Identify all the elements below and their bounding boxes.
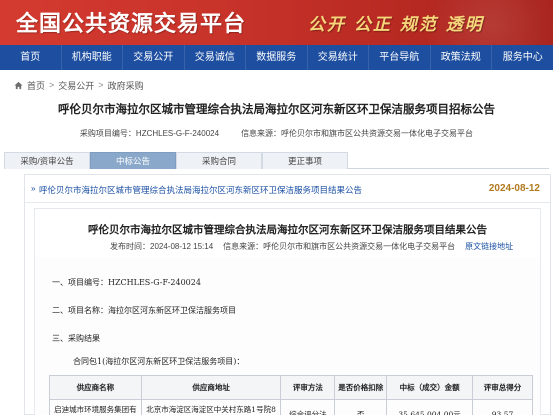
site-banner: 全国公共资源交易平台 公开 公正 规范 透明	[0, 0, 553, 45]
tab-corrections[interactable]: 更正事项	[262, 152, 348, 169]
page-meta: 采购项目编号：HZCHLES-G-F-240024 信息来源：呼伦贝尔市和旗市区…	[0, 128, 553, 139]
contract-package: 合同包1(海拉尔区河东新区环卫保洁服务项目)：	[73, 357, 245, 366]
project-name: 二、项目名称：海拉尔区河东新区环卫保洁服务项目	[52, 306, 236, 315]
nav-item-statistics[interactable]: 交易统计	[308, 45, 369, 70]
breadcrumb-home[interactable]: 首页	[27, 79, 45, 92]
content-panel: » 呼伦贝尔市海拉尔区城市管理综合执法局海拉尔区河东新区环卫保洁服务项目结果公告…	[24, 174, 551, 415]
tab-contract[interactable]: 采购合同	[176, 152, 262, 169]
breadcrumb-separator: >	[98, 80, 104, 90]
document-body: 一、项目编号：HZCHLES-G-F-240024 二、项目名称：海拉尔区河东新…	[35, 257, 540, 415]
nav-item-institution[interactable]: 机构职能	[62, 45, 123, 70]
award-amount: 35,645,004.00元	[386, 399, 474, 415]
nav-item-data-service[interactable]: 数据服务	[246, 45, 308, 70]
price-deduction: 否	[334, 399, 388, 415]
breadcrumb-procurement[interactable]: 政府采购	[108, 79, 144, 92]
page-title: 呼伦贝尔市海拉尔区城市管理综合执法局海拉尔区河东新区环卫保洁服务项目招标公告	[58, 104, 495, 116]
nav-item-service-center[interactable]: 服务中心	[492, 45, 553, 70]
breadcrumb: 首页 > 交易公开 > 政府采购	[14, 78, 144, 92]
column-header: 评审总得分	[472, 375, 533, 400]
main-nav: 首页 机构职能 交易公开 交易诚信 数据服务 交易统计 平台导航 政策法规 服务…	[0, 45, 553, 70]
tab-procurement-notice[interactable]: 采购/资审公告	[4, 152, 90, 169]
breadcrumb-transaction[interactable]: 交易公开	[58, 79, 94, 92]
project-code: 采购项目编号：HZCHLES-G-F-240024	[79, 129, 220, 138]
site-slogan: 公开 公正 规范 透明	[308, 15, 484, 35]
info-source: 信息来源：呼伦贝尔市和旗市区公共资源交易一体化电子交易平台	[241, 129, 474, 138]
procurement-result-heading: 三、采购结果	[52, 334, 100, 343]
tab-award-notice[interactable]: 中标公告	[90, 152, 176, 169]
supplier-name: 启迪城市环境服务集团有限公司	[49, 399, 142, 415]
nav-item-platform-nav[interactable]: 平台导航	[369, 45, 431, 70]
bullet-icon: »	[31, 184, 36, 193]
column-header: 中标（成交）金额	[386, 375, 474, 400]
column-header: 是否价格扣除	[334, 375, 388, 400]
table-header-row: 供应商名称 供应商地址 评审方法 是否价格扣除 中标（成交）金额 评审总得分	[49, 375, 533, 400]
nav-item-transaction-public[interactable]: 交易公开	[123, 45, 185, 70]
publish-time: 发布时间：2024-08-12 15:14	[110, 242, 214, 251]
project-number: 一、项目编号：HZCHLES-G-F-240024	[52, 278, 201, 287]
column-header: 供应商名称	[49, 375, 142, 400]
notice-document: 呼伦贝尔市海拉尔区城市管理综合执法局海拉尔区河东新区环卫保洁服务项目结果公告 发…	[34, 208, 541, 415]
breadcrumb-separator: >	[49, 80, 55, 90]
document-source: 信息来源：呼伦贝尔市和旗市区公共资源交易一体化电子交易平台	[223, 242, 456, 251]
supplier-address: 北京市海淀区海淀区中关村东路1号院8号楼11层A1101	[140, 399, 282, 415]
document-title: 呼伦贝尔市海拉尔区城市管理综合执法局海拉尔区河东新区环卫保洁服务项目结果公告	[88, 224, 487, 236]
column-header: 评审方法	[280, 375, 336, 400]
original-link[interactable]: 原文链接地址	[465, 241, 513, 252]
nav-item-credit[interactable]: 交易诚信	[185, 45, 246, 70]
nav-item-policy[interactable]: 政策法规	[431, 45, 492, 70]
document-meta: 发布时间：2024-08-12 15:14 信息来源：呼伦贝尔市和旗市区公共资源…	[110, 241, 513, 252]
result-table: 供应商名称 供应商地址 评审方法 是否价格扣除 中标（成交）金额 评审总得分 启…	[49, 375, 533, 415]
notice-tabs: 采购/资审公告 中标公告 采购合同 更正事项	[4, 152, 549, 169]
result-notice-link[interactable]: 呼伦贝尔市海拉尔区城市管理综合执法局海拉尔区河东新区环卫保洁服务项目结果公告	[39, 184, 362, 196]
evaluation-method: 综合评分法	[280, 399, 336, 415]
nav-item-home[interactable]: 首页	[0, 45, 62, 70]
column-header: 供应商地址	[140, 375, 282, 400]
home-icon	[14, 81, 23, 89]
site-title[interactable]: 全国公共资源交易平台	[16, 6, 246, 38]
table-row: 启迪城市环境服务集团有限公司 北京市海淀区海淀区中关村东路1号院8号楼11层A1…	[49, 399, 533, 415]
total-score: 93.57	[472, 399, 533, 415]
result-header: » 呼伦贝尔市海拉尔区城市管理综合执法局海拉尔区河东新区环卫保洁服务项目结果公告…	[25, 175, 550, 203]
result-date: 2024-08-12	[488, 183, 540, 194]
